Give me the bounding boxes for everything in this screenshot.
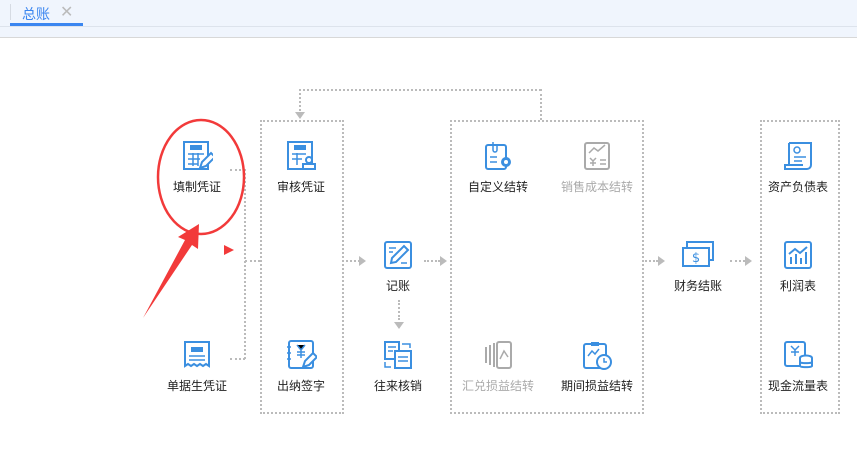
clipboard-gear-icon	[485, 142, 511, 170]
toolbar-strip	[0, 27, 857, 38]
receipt-voucher-icon	[184, 341, 210, 368]
node-fill-voucher[interactable]: 填制凭证	[147, 140, 247, 195]
tab-divider	[10, 4, 11, 20]
node-label: 期间损益结转	[560, 379, 633, 393]
node-review-voucher[interactable]: 审核凭证	[251, 140, 351, 195]
node-label: 资产负债表	[767, 180, 828, 194]
node-custom-transfer[interactable]: 自定义结转	[448, 140, 548, 195]
node-label: 利润表	[779, 279, 816, 293]
node-posting[interactable]: 记账	[348, 239, 448, 294]
node-sales-cost-transfer[interactable]: 销售成本结转	[547, 140, 647, 195]
chart-doc-icon	[584, 142, 610, 170]
node-label: 现金流量表	[767, 379, 828, 393]
pointer-arrow-icon	[143, 224, 199, 318]
node-label: 往来核销	[373, 379, 422, 393]
node-label: 填制凭证	[172, 180, 221, 194]
node-income-statement[interactable]: 利润表	[748, 239, 848, 294]
node-label: 汇兑损益结转	[461, 379, 534, 393]
node-balance-sheet[interactable]: 资产负债表	[748, 140, 848, 195]
tab-general-ledger[interactable]: 总账 ✕	[10, 0, 83, 26]
tab-active-indicator	[10, 23, 83, 26]
node-label: 财务结账	[673, 279, 722, 293]
node-close-account[interactable]: $ 财务结账	[648, 239, 748, 294]
bar-chart-icon	[784, 241, 812, 269]
arrow-down-icon	[295, 112, 305, 119]
red-marker-icon	[224, 245, 234, 255]
svg-text:$: $	[692, 251, 700, 266]
node-cashflow-statement[interactable]: 现金流量表	[748, 339, 848, 394]
voucher-stamp-icon	[287, 141, 316, 170]
node-label: 出纳签字	[276, 379, 325, 393]
tab-label: 总账	[22, 7, 50, 23]
node-doc-voucher[interactable]: 单据生凭证	[147, 339, 247, 394]
clipboard-clock-icon	[583, 342, 612, 370]
node-cashier-sign[interactable]: 出纳签字	[251, 339, 351, 394]
node-period-transfer[interactable]: 期间损益结转	[547, 339, 647, 394]
cashier-sign-icon	[287, 340, 317, 369]
exchange-docs-icon	[384, 341, 412, 369]
connector	[299, 89, 541, 91]
annotation-overlay	[143, 118, 246, 318]
node-label: 销售成本结转	[560, 180, 633, 194]
connector	[299, 89, 301, 111]
connector	[398, 300, 400, 320]
voucher-edit-icon	[183, 141, 213, 170]
node-label: 审核凭证	[276, 180, 325, 194]
arrow-down-icon	[394, 322, 404, 329]
connector	[244, 169, 246, 359]
scroll-report-icon	[784, 142, 812, 170]
connector	[245, 260, 260, 262]
cash-coins-icon	[784, 341, 813, 369]
money-icon: $	[682, 241, 714, 267]
fx-icon	[485, 341, 512, 369]
node-fx-transfer[interactable]: 汇兑损益结转	[448, 339, 548, 394]
node-writeoff[interactable]: 往来核销	[348, 339, 448, 394]
connector	[540, 89, 542, 120]
tab-bar: 总账 ✕	[0, 0, 857, 27]
close-icon[interactable]: ✕	[60, 2, 73, 21]
edit-note-icon	[384, 241, 412, 269]
node-label: 记账	[385, 279, 410, 293]
node-label: 单据生凭证	[166, 379, 227, 393]
node-label: 自定义结转	[467, 180, 528, 194]
